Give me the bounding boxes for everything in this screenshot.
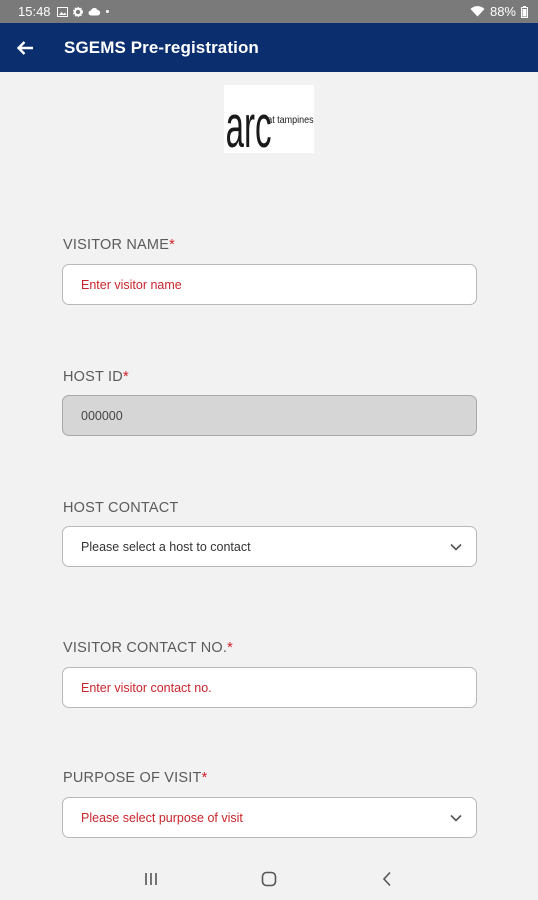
page-title: SGEMS Pre-registration [64, 37, 259, 57]
host-contact-placeholder: Please select a host to contact [81, 539, 251, 554]
battery-icon [521, 5, 528, 18]
app-bar: SGEMS Pre-registration [0, 23, 538, 72]
wifi-icon [470, 6, 485, 17]
logo-main-text: arc [226, 94, 272, 153]
settings-icon [72, 6, 83, 17]
dot-icon: • [105, 5, 110, 18]
home-icon [261, 871, 277, 887]
home-button[interactable] [210, 858, 328, 900]
cloud-icon [88, 8, 100, 16]
host-contact-select[interactable]: Please select a host to contact [62, 526, 477, 567]
logo: arc at tampines [224, 85, 314, 153]
status-time: 15:48 [18, 4, 51, 19]
gallery-icon [56, 6, 68, 17]
host-id-label: HOST ID* [63, 369, 129, 385]
nav-back-button[interactable] [328, 858, 446, 900]
visitor-contact-placeholder: Enter visitor contact no. [81, 680, 212, 695]
system-nav-bar [0, 858, 538, 900]
host-id-field: 000000 [62, 395, 477, 436]
host-id-value: 000000 [81, 408, 123, 423]
recent-apps-button[interactable] [92, 858, 210, 900]
chevron-down-icon [450, 543, 462, 551]
visitor-name-input[interactable]: Enter visitor name [62, 264, 477, 305]
recent-apps-icon [145, 873, 157, 885]
status-bar: 15:48 • 88% [0, 0, 538, 23]
logo-side-text: at tampines [267, 115, 314, 127]
purpose-select[interactable]: Please select purpose of visit [62, 797, 477, 838]
visitor-contact-input[interactable]: Enter visitor contact no. [62, 667, 477, 708]
chevron-down-icon [450, 814, 462, 822]
battery-percent: 88% [489, 4, 516, 19]
arrow-left-icon [16, 40, 33, 55]
back-button[interactable] [0, 23, 50, 72]
visitor-name-placeholder: Enter visitor name [81, 277, 182, 292]
host-contact-label: HOST CONTACT [63, 500, 179, 516]
visitor-name-label: VISITOR NAME* [63, 237, 175, 253]
visitor-contact-label: VISITOR CONTACT NO.* [63, 640, 233, 656]
purpose-label: PURPOSE OF VISIT* [63, 770, 208, 786]
purpose-placeholder: Please select purpose of visit [81, 810, 243, 825]
back-chevron-icon [382, 871, 391, 887]
